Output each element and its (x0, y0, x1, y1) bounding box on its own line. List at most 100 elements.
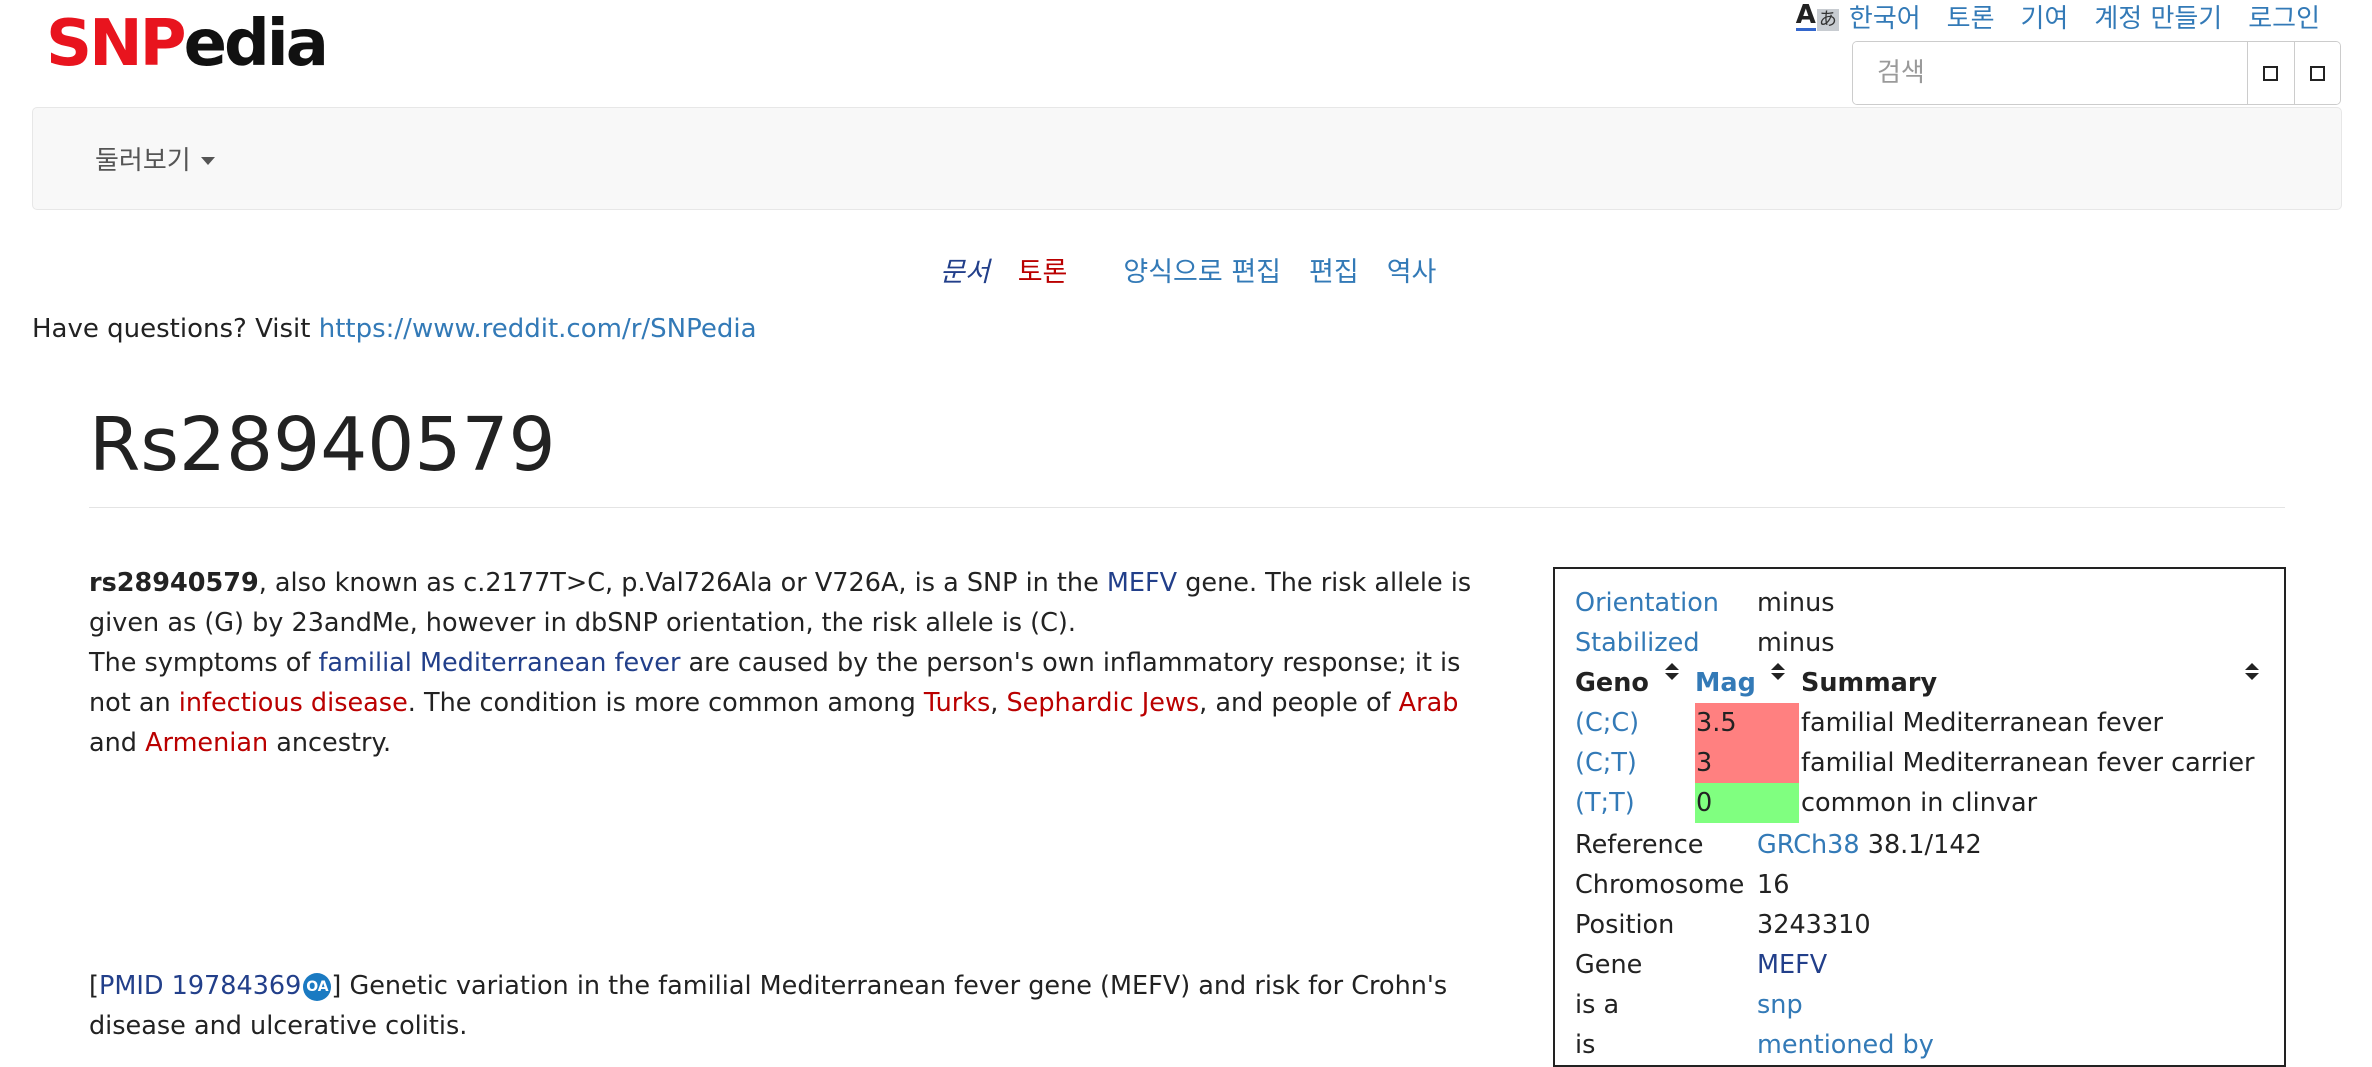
summary-cell: familial Mediterranean fever (1801, 708, 2163, 738)
open-access-icon: OA (303, 973, 332, 1001)
genotype-link[interactable]: (T;T) (1575, 783, 1635, 823)
summary-cell: familial Mediterranean fever carrier (1801, 748, 2255, 778)
magnitude-cell: 0 (1695, 783, 1799, 823)
position-label: Position (1575, 910, 1675, 940)
infectious-disease-link[interactable]: infectious disease (179, 688, 408, 718)
chromosome-label: Chromosome (1575, 870, 1745, 900)
reference-value: GRCh38 38.1/142 (1757, 825, 1982, 865)
genotype-link[interactable]: (C;C) (1575, 703, 1639, 743)
arab-link[interactable]: Arab (1399, 688, 1459, 718)
pmid-link[interactable]: PMID 19784369 (99, 971, 301, 1001)
search-fulltext-button[interactable] (2293, 42, 2340, 104)
orientation-row: Orientation minus (1575, 583, 1835, 623)
stabilized-value: minus (1757, 628, 1835, 658)
armenian-link[interactable]: Armenian (145, 728, 268, 758)
genotype-row: (T;T) 0 common in clinvar (1575, 783, 2268, 823)
search-icon (2309, 65, 2325, 81)
logo-edia: edia (183, 7, 329, 81)
sym-and: and (89, 728, 146, 758)
user-talk-link[interactable]: 토론 (1947, 0, 1995, 35)
grch38-link[interactable]: GRCh38 (1757, 830, 1860, 860)
reference-row: Reference GRCh38 38.1/142 (1575, 825, 1982, 865)
site-notice: Have questions? Visit https://www.reddit… (32, 314, 757, 344)
login-link[interactable]: 로그인 (2248, 0, 2320, 35)
sort-icon[interactable] (1771, 663, 1785, 681)
summary-cell: common in clinvar (1801, 788, 2038, 818)
page-actions: 문서 토론 양식으로 편집 편집 역사 (940, 250, 1436, 289)
mentioned-by-link[interactable]: mentioned by (1757, 1025, 1934, 1065)
symptoms-paragraph: The symptoms of familial Mediterranean f… (89, 643, 1509, 763)
tab-visual-edit[interactable]: 양식으로 편집 (1123, 250, 1281, 289)
tab-edit[interactable]: 편집 (1309, 250, 1359, 289)
gene-label: Gene (1575, 950, 1643, 980)
sym-text-e: ancestry. (268, 728, 392, 758)
page-title: Rs28940579 (89, 402, 556, 488)
personal-tools: Aあ 한국어 토론 기여 계정 만들기 로그인 (1795, 0, 2320, 35)
sephardic-jews-link[interactable]: Sephardic Jews (1006, 688, 1199, 718)
summary-header[interactable]: Summary (1801, 663, 1937, 703)
article-body: rs28940579, also known as c.2177T>C, p.V… (89, 563, 1509, 763)
fmf-link[interactable]: familial Mediterranean fever (318, 648, 680, 678)
create-account-link[interactable]: 계정 만들기 (2094, 0, 2222, 35)
genotype-link[interactable]: (C;T) (1575, 743, 1637, 783)
mentioned-label: is (1575, 1030, 1596, 1060)
snpedia-logo[interactable]: SNPedia (46, 6, 329, 82)
genotype-row: (C;C) 3.5 familial Mediterranean fever (1575, 703, 2268, 743)
uls-a: A (1795, 0, 1816, 31)
turks-link[interactable]: Turks (924, 688, 990, 718)
sort-icon[interactable] (1665, 663, 1679, 681)
title-divider (89, 507, 2285, 508)
reference-version: 38.1/142 (1859, 830, 1982, 860)
sort-icon[interactable] (2245, 663, 2259, 681)
search-input[interactable] (1853, 42, 2247, 104)
geno-header[interactable]: Geno (1575, 663, 1649, 703)
pmid-open: [ (89, 971, 99, 1001)
stabilized-row: Stabilized minus (1575, 623, 1835, 663)
browse-label: 둘러보기 (95, 146, 191, 176)
logo-snp: SNP (46, 7, 187, 81)
intro-paragraph: rs28940579, also known as c.2177T>C, p.V… (89, 563, 1509, 643)
reddit-link[interactable]: https://www.reddit.com/r/SNPedia (319, 314, 757, 344)
chromosome-row: Chromosome 16 (1575, 865, 1789, 905)
navbar: 둘러보기 (32, 107, 2342, 210)
sym-comma: , (990, 688, 1007, 718)
tab-talk[interactable]: 토론 (1018, 250, 1068, 289)
browse-dropdown[interactable]: 둘러보기 (95, 140, 215, 177)
magnitude-cell: 3 (1695, 743, 1799, 783)
chevron-down-icon (200, 156, 215, 165)
magnitude-cell: 3.5 (1695, 703, 1799, 743)
stabilized-label[interactable]: Stabilized (1575, 623, 1757, 663)
position-value: 3243310 (1757, 910, 1871, 940)
search-go-button[interactable] (2247, 42, 2294, 104)
snp-name: rs28940579 (89, 568, 259, 598)
gene-value-link[interactable]: MEFV (1757, 945, 1827, 985)
search-box (1852, 41, 2341, 105)
language-link[interactable]: 한국어 (1849, 0, 1921, 35)
position-row: Position 3243310 (1575, 905, 1871, 945)
genotype-row: (C;T) 3 familial Mediterranean fever car… (1575, 743, 2268, 783)
contributions-link[interactable]: 기여 (2021, 0, 2069, 35)
reference-label: Reference (1575, 830, 1704, 860)
uls-b: あ (1816, 8, 1839, 31)
intro-text-a: , also known as c.2177T>C, p.Val726Ala o… (258, 568, 1107, 598)
sym-text-c: . The condition is more common among (407, 688, 924, 718)
sym-text-d: , and people of (1199, 688, 1399, 718)
isa-row: is a snp (1575, 985, 1803, 1025)
tab-history[interactable]: 역사 (1387, 250, 1437, 289)
sym-text-a: The symptoms of (89, 648, 319, 678)
isa-label: is a (1575, 990, 1620, 1020)
chromosome-value: 16 (1757, 870, 1790, 900)
genotype-table-header: Geno Mag Summary (1575, 663, 2268, 703)
go-icon (2263, 65, 2279, 81)
tab-document[interactable]: 문서 (940, 250, 990, 289)
mentioned-row: is mentioned by (1575, 1025, 1934, 1065)
language-selector-icon[interactable]: Aあ (1795, 0, 1839, 31)
orientation-label[interactable]: Orientation (1575, 583, 1757, 623)
snp-infobox: Orientation minus Stabilized minus Geno … (1553, 567, 2286, 1067)
gene-link[interactable]: MEFV (1107, 568, 1177, 598)
snp-category-link[interactable]: snp (1757, 985, 1803, 1025)
orientation-value: minus (1757, 588, 1835, 618)
mag-header[interactable]: Mag (1695, 663, 1756, 703)
pmid-reference: [PMID 19784369 OA] Genetic variation in t… (89, 966, 1509, 1046)
notice-text: Have questions? Visit (32, 314, 319, 344)
